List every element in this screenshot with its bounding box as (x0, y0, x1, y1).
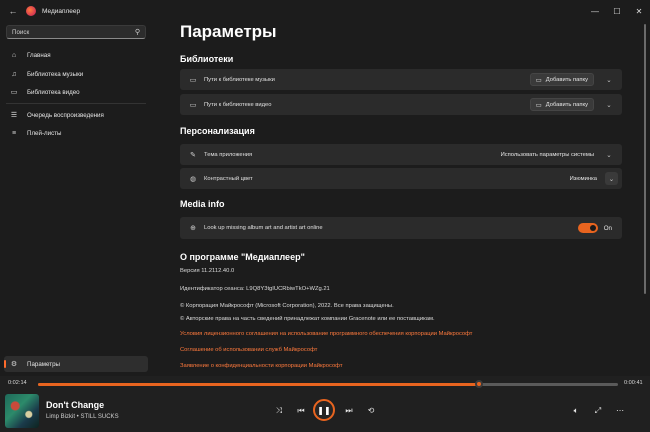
lookup-art-row: ⊕ Look up missing album art and artist a… (180, 217, 622, 239)
fullscreen-icon[interactable]: ⤢ (591, 406, 605, 416)
page-title: Параметры (180, 22, 277, 41)
gear-icon: ⚙ (10, 361, 18, 368)
lookup-art-label: Look up missing album art and artist art… (204, 225, 323, 231)
search-input[interactable]: Поиск ⚲ (6, 25, 146, 39)
about-heading: О программе "Медиаплеер" (180, 252, 305, 262)
chevron-down-icon[interactable]: ⌄ (602, 76, 616, 84)
add-music-folder-button[interactable]: ▭ Добавить папку (529, 73, 594, 86)
copyright-text: © Корпорация Майкрософт (Microsoft Corpo… (180, 303, 394, 309)
pause-icon: ❚❚ (317, 405, 331, 415)
scrollbar-thumb[interactable] (644, 24, 646, 294)
app-theme-value: Использовать параметры системы (500, 151, 594, 158)
song-title[interactable]: Don't Change (46, 400, 104, 410)
album-art[interactable] (5, 394, 39, 428)
music-library-paths-row[interactable]: ▭ Пути к библиотеке музыки ▭ Добавить па… (180, 69, 622, 90)
lookup-art-toggle[interactable] (577, 223, 598, 233)
sidebar-item-video-library[interactable]: ▭ Библиотека видео (4, 84, 148, 100)
chevron-down-icon[interactable]: ⌄ (605, 172, 618, 185)
sidebar-item-queue[interactable]: ☰ Очередь воспроизведения (4, 107, 148, 123)
sidebar-item-label: Главная (27, 51, 51, 59)
elapsed-time: 0:02:14 (8, 380, 27, 386)
app-version: Версия 11.2112.40.0 (180, 268, 235, 274)
globe-icon: ⊕ (190, 225, 196, 232)
volume-icon[interactable]: 🔈︎ (569, 406, 583, 416)
privacy-statement-link[interactable]: Заявление о конфиденциальности корпораци… (180, 363, 342, 369)
sidebar-item-label: Очередь воспроизведения (27, 111, 104, 119)
add-folder-label: Добавить папку (545, 101, 588, 108)
chevron-down-icon[interactable]: ⌄ (602, 101, 616, 109)
toggle-state-label: On (603, 224, 612, 232)
app-theme-label: Тема приложения (204, 151, 253, 158)
accent-color-row[interactable]: ◍ Контрастный цвет Изюминка ⌄ (180, 168, 622, 189)
shuffle-icon[interactable]: ⤨ (272, 406, 286, 416)
license-terms-link[interactable]: Условия лицензионного соглашения на испо… (180, 331, 472, 337)
back-arrow-icon[interactable]: ← (4, 6, 22, 16)
sidebar: Поиск ⚲ ⌂ Главная ♫ Библиотека музыки ▭ … (0, 22, 152, 375)
settings-page: Параметры Библиотеки ▭ Пути к библиотеке… (152, 0, 650, 376)
libraries-heading: Библиотеки (180, 54, 234, 64)
folder-icon: ▭ (189, 101, 197, 109)
sidebar-item-label: Параметры (27, 360, 60, 368)
sidebar-item-music-library[interactable]: ♫ Библиотека музыки (4, 66, 148, 82)
search-icon: ⚲ (134, 29, 140, 36)
sidebar-divider (6, 103, 146, 104)
sidebar-item-playlists[interactable]: ≡ Плей-листы (4, 125, 148, 141)
sidebar-item-label: Плей-листы (27, 129, 62, 137)
paintbrush-icon: ✎ (190, 151, 196, 159)
folder-icon: ▭ (189, 76, 197, 84)
more-options-icon[interactable]: ⋯ (613, 406, 627, 415)
personalization-heading: Персонализация (180, 126, 255, 136)
pause-button[interactable]: ❚❚ (313, 399, 335, 421)
song-artist-album[interactable]: Limp Bizkit • STILL SUCKS (46, 414, 119, 420)
media-info-heading: Media info (180, 199, 225, 209)
page-scrollbar[interactable] (644, 22, 647, 376)
sidebar-item-label: Библиотека музыки (27, 70, 84, 78)
add-folder-icon: ▭ (535, 101, 542, 109)
chevron-down-icon[interactable]: ⌄ (602, 151, 616, 159)
playlist-icon: ≡ (11, 129, 17, 137)
app-theme-row[interactable]: ✎ Тема приложения Использовать параметры… (180, 144, 622, 165)
next-track-icon[interactable]: ⏭ (342, 406, 356, 416)
search-placeholder: Поиск (12, 28, 30, 36)
repeat-icon[interactable]: ⟲ (364, 406, 378, 415)
queue-icon: ☰ (10, 112, 18, 119)
video-library-paths-row[interactable]: ▭ Пути к библиотеке видео ▭ Добавить пап… (180, 94, 622, 115)
sidebar-item-settings[interactable]: ⚙ Параметры (4, 356, 148, 372)
gracenote-notice: © Авторские права на часть сведений прин… (180, 316, 435, 322)
seek-progress (38, 383, 479, 386)
home-icon: ⌂ (11, 51, 17, 59)
video-icon: ▭ (10, 89, 18, 96)
video-library-paths-label: Пути к библиотеке видео (204, 101, 272, 108)
seek-handle[interactable] (474, 380, 483, 388)
player-bar: 0:02:14 0:00:41 Don't Change Limp Bizkit… (0, 376, 650, 432)
music-note-icon: ♫ (11, 70, 17, 78)
add-folder-icon: ▭ (535, 76, 542, 84)
music-library-paths-label: Пути к библиотеке музыки (204, 76, 275, 83)
sidebar-item-label: Библиотека видео (27, 88, 80, 96)
palette-icon: ◍ (189, 175, 197, 183)
remaining-time: 0:00:41 (624, 380, 643, 386)
sidebar-item-home[interactable]: ⌂ Главная (4, 47, 148, 63)
app-logo (26, 6, 36, 16)
services-agreement-link[interactable]: Соглашение об использовании служб Майкро… (180, 347, 317, 353)
add-video-folder-button[interactable]: ▭ Добавить папку (529, 98, 594, 111)
window-title: Медиаплеер (42, 7, 81, 15)
accent-color-value: Изюминка (569, 175, 597, 182)
previous-track-icon[interactable]: ⏮ (294, 406, 308, 416)
add-folder-label: Добавить папку (545, 76, 588, 83)
accent-color-label: Контрастный цвет (204, 175, 253, 182)
seek-bar[interactable] (38, 380, 618, 388)
session-id: Идентификатор сеанса: L9Q8Y3tgIUCRbiwTkO… (180, 286, 330, 292)
